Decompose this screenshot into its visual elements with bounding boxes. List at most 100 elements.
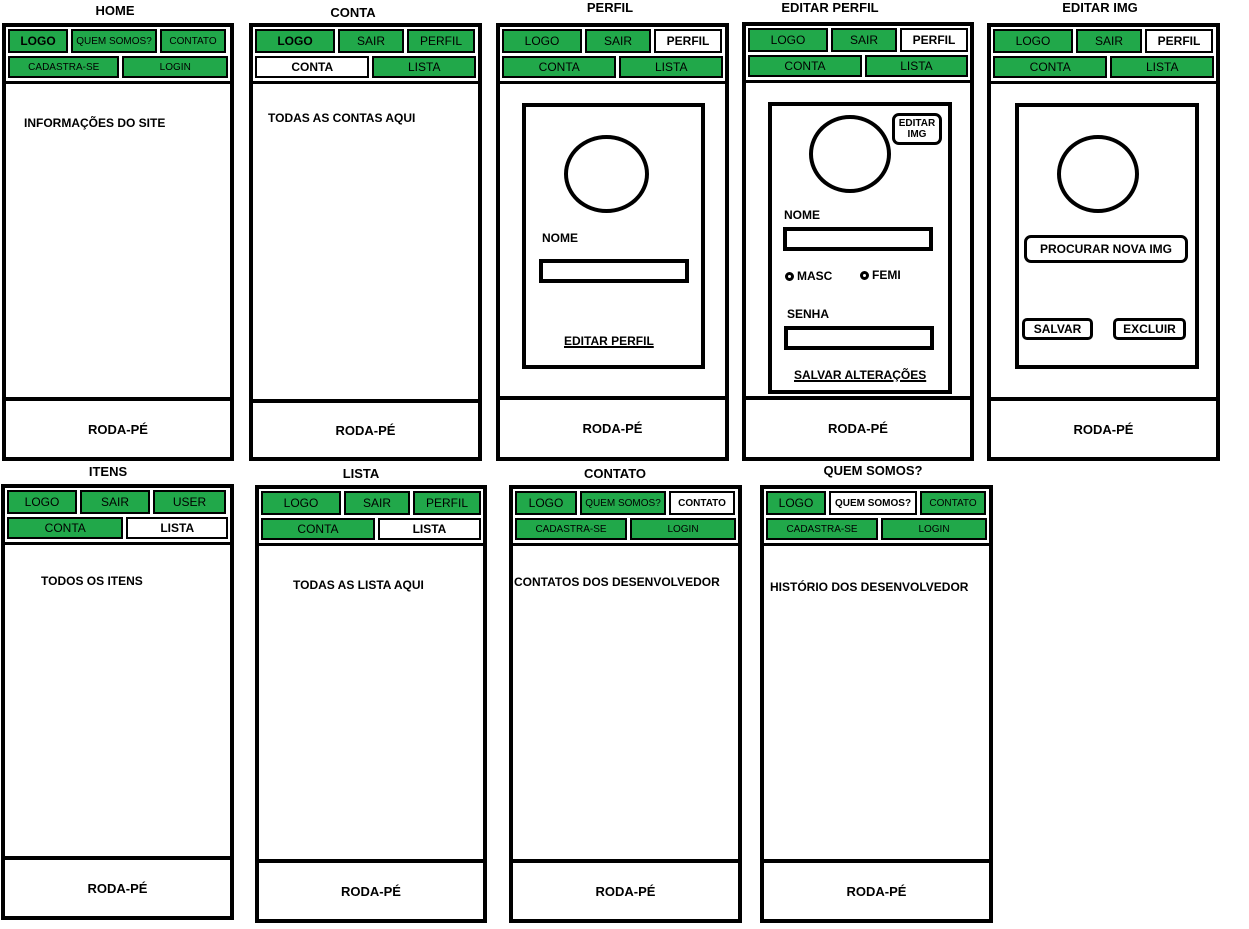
contato-screen: LOGO QUEM SOMOS? CONTATO CADASTRA-SE LOG… [509,485,742,923]
avatar [564,135,649,213]
nav-cadastra-se[interactable]: CADASTRA-SE [766,518,878,540]
edit-profile-card: EDITAR IMG NOME MASC FEMI SENHA SALVAR A… [768,102,952,394]
conta-content: TODAS AS CONTAS AQUI [253,81,478,401]
perfil-screen-title: PERFIL [586,0,634,15]
salvar-alteracoes-link[interactable]: SALVAR ALTERAÇÕES [794,368,926,382]
nav-perfil[interactable]: PERFIL [413,491,481,515]
nav-login[interactable]: LOGIN [881,518,987,540]
nav-lista[interactable]: LISTA [372,56,476,78]
nav-lista[interactable]: LISTA [864,55,968,77]
nav-contato[interactable]: CONTATO [669,491,735,515]
nav-user[interactable]: USER [153,490,226,514]
nav-quem-somos[interactable]: QUEM SOMOS? [829,491,917,515]
nav-login[interactable]: LOGIN [122,56,228,78]
nav-quem-somos[interactable]: QUEM SOMOS? [580,491,666,515]
itens-screen: LOGO SAIR USER CONTA LISTA TODOS OS ITEN… [1,484,234,920]
lista-screen: LOGO SAIR PERFIL CONTA LISTA TODAS AS LI… [255,485,487,923]
procurar-nova-img-button[interactable]: PROCURAR NOVA IMG [1024,235,1188,263]
nav-logo[interactable]: LOGO [993,29,1073,53]
nav-lista[interactable]: LISTA [126,517,228,539]
itens-content-text: TODOS OS ITENS [41,574,143,588]
nav-sair[interactable]: SAIR [1076,29,1142,53]
home-screen: LOGO QUEM SOMOS? CONTATO CADASTRA-SE LOG… [2,23,234,461]
lista-screen-title: LISTA [342,466,380,481]
editar-img-screen-title: EDITAR IMG [1062,0,1138,15]
nome-label: NOME [784,208,820,222]
conta-screen-title: CONTA [330,5,376,20]
perfil-footer: RODA-PÉ [500,396,725,457]
nav-conta[interactable]: CONTA [993,56,1108,78]
nome-field[interactable] [783,227,933,251]
quem-somos-content-text: HISTÓRIO DOS DESENVOLVEDOR [770,580,969,594]
nav-logo[interactable]: LOGO [255,29,335,53]
conta-footer: RODA-PÉ [253,399,478,457]
nav-conta[interactable]: CONTA [255,56,370,78]
contato-content: CONTATOS DOS DESENVOLVEDOR [513,543,738,861]
nav-logo[interactable]: LOGO [748,28,828,52]
nav-quem-somos[interactable]: QUEM SOMOS? [71,29,157,53]
nav-sair[interactable]: SAIR [831,28,897,52]
editar-perfil-content: EDITAR IMG NOME MASC FEMI SENHA SALVAR A… [746,80,970,398]
nav-logo[interactable]: LOGO [7,490,77,514]
itens-footer: RODA-PÉ [5,856,230,916]
editar-img-button[interactable]: EDITAR IMG [892,113,942,145]
nav-lista[interactable]: LISTA [619,56,723,78]
nav-logo[interactable]: LOGO [766,491,826,515]
nav-contato[interactable]: CONTATO [160,29,226,53]
nav-sair[interactable]: SAIR [585,29,651,53]
nav-perfil[interactable]: PERFIL [1145,29,1213,53]
home-screen-title: HOME [95,3,135,18]
radio-icon [785,271,794,281]
edit-image-card: PROCURAR NOVA IMG SALVAR EXCLUIR [1015,103,1199,369]
quem-somos-screen-title: QUEM SOMOS? [823,463,923,478]
nav-conta[interactable]: CONTA [502,56,617,78]
femi-radio[interactable]: FEMI [860,268,901,282]
nav-perfil[interactable]: PERFIL [900,28,968,52]
perfil-content: NOME EDITAR PERFIL [500,81,725,398]
masc-label: MASC [797,269,833,283]
quem-somos-footer: RODA-PÉ [764,859,989,919]
nav-perfil[interactable]: PERFIL [407,29,475,53]
contato-footer: RODA-PÉ [513,859,738,919]
nav-login[interactable]: LOGIN [630,518,736,540]
contato-screen-title: CONTATO [583,466,647,481]
nav-lista[interactable]: LISTA [1110,56,1214,78]
contato-content-text: CONTATOS DOS DESENVOLVEDOR [514,575,720,589]
lista-content-text: TODAS AS LISTA AQUI [293,578,424,592]
nav-logo[interactable]: LOGO [502,29,582,53]
home-content-text: INFORMAÇÕES DO SITE [24,116,166,130]
nome-field[interactable] [539,259,689,283]
nav-conta[interactable]: CONTA [748,55,862,77]
nav-conta[interactable]: CONTA [261,518,375,540]
nav-cadastra-se[interactable]: CADASTRA-SE [515,518,627,540]
editar-img-footer: RODA-PÉ [991,397,1216,457]
avatar [809,115,891,193]
editar-perfil-footer: RODA-PÉ [746,396,970,457]
nav-conta[interactable]: CONTA [7,517,124,539]
editar-perfil-screen-title: EDITAR PERFIL [781,0,879,15]
nav-sair[interactable]: SAIR [338,29,404,53]
nav-perfil[interactable]: PERFIL [654,29,722,53]
home-content: INFORMAÇÕES DO SITE [6,81,230,399]
editar-perfil-link[interactable]: EDITAR PERFIL [564,334,654,348]
nav-sair[interactable]: SAIR [344,491,410,515]
nav-cadastra-se[interactable]: CADASTRA-SE [8,56,120,78]
femi-label: FEMI [872,268,901,282]
nav-logo[interactable]: LOGO [515,491,577,515]
excluir-button[interactable]: EXCLUIR [1113,318,1186,340]
masc-radio[interactable]: MASC [785,269,832,283]
itens-content: TODOS OS ITENS [5,542,230,858]
nav-contato[interactable]: CONTATO [920,491,986,515]
nome-label: NOME [542,231,578,245]
editar-img-content: PROCURAR NOVA IMG SALVAR EXCLUIR [991,81,1216,399]
editar-img-screen: LOGO SAIR PERFIL CONTA LISTA PROCURAR NO… [987,23,1220,461]
salvar-button[interactable]: SALVAR [1022,318,1093,340]
senha-field[interactable] [784,326,934,350]
editar-perfil-screen: LOGO SAIR PERFIL CONTA LISTA EDITAR IMG … [742,22,974,461]
quem-somos-content: HISTÓRIO DOS DESENVOLVEDOR [764,543,989,861]
nav-logo[interactable]: LOGO [261,491,341,515]
nav-logo[interactable]: LOGO [8,29,68,53]
nav-sair[interactable]: SAIR [80,490,150,514]
avatar [1057,135,1139,213]
nav-lista[interactable]: LISTA [377,518,481,540]
